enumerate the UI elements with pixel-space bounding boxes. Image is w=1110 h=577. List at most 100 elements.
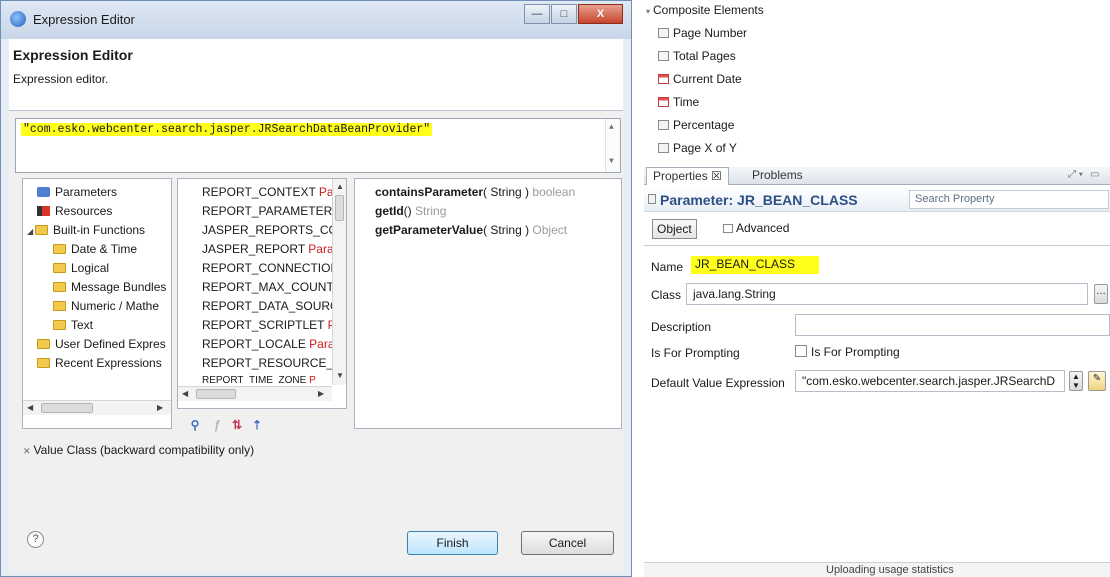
composite-item-current-date[interactable]: Current Date [658, 72, 742, 86]
parameter-icon [648, 194, 656, 204]
tab-properties[interactable]: Properties ☒ [646, 167, 729, 185]
dialog-titlebar[interactable]: Expression Editor — □ X [1, 1, 631, 39]
list-item[interactable]: REPORT_SCRIPTLET Par [202, 318, 346, 332]
default-value-field[interactable]: "com.esko.webcenter.search.jasper.JRSear… [795, 370, 1065, 392]
function-filter-icon[interactable]: ƒ [208, 417, 226, 433]
list-item[interactable]: JASPER_REPORTS_CON [202, 223, 346, 237]
folder-icon [53, 263, 66, 273]
minimize-view-icon[interactable]: ▭ [1090, 169, 1099, 180]
calendar-icon [658, 97, 669, 107]
minimize-button[interactable]: — [524, 4, 550, 24]
prompting-label: Is For Prompting [651, 346, 740, 360]
folder-icon [37, 358, 50, 368]
parameter-list[interactable]: REPORT_CONTEXT Para REPORT_PARAMETERS_ J… [177, 178, 347, 409]
expression-input[interactable]: "com.esko.webcenter.search.jasper.JRSear… [15, 118, 621, 173]
browse-class-button[interactable]: … [1094, 284, 1108, 304]
tree-horizontal-scrollbar[interactable]: ◀ ▶ [23, 400, 171, 415]
list-horizontal-scrollbar[interactable]: ◀ ▶ [178, 386, 332, 401]
collapse-arrow-icon[interactable]: ▾ [646, 7, 650, 16]
tree-item-resources[interactable]: Resources [37, 204, 112, 218]
tree-item-label: Parameters [55, 185, 118, 199]
list-item[interactable]: getId() String [375, 204, 446, 218]
tree-item-label: Text [71, 318, 94, 332]
close-button[interactable]: X [578, 4, 623, 24]
tree-item-text[interactable]: Text [53, 318, 93, 332]
finish-button[interactable]: Finish [407, 531, 498, 555]
scrollbar-thumb[interactable] [335, 195, 344, 221]
edit-expression-icon[interactable]: ✎ [1088, 371, 1106, 391]
list-item[interactable]: REPORT_CONNECTION [202, 261, 339, 275]
prompting-checkbox[interactable] [795, 345, 807, 357]
list-item[interactable]: REPORT_CONTEXT Para [202, 185, 344, 199]
scroll-down-icon[interactable]: ▼ [609, 157, 614, 166]
list-item[interactable]: REPORT_TIME_ZONE P [202, 375, 316, 384]
list-item[interactable]: REPORT_LOCALE Param [202, 337, 345, 351]
expand-icon[interactable]: ✕ [23, 446, 31, 456]
folder-icon [53, 282, 66, 292]
tree-item-label: Built-in Functions [53, 223, 146, 237]
list-item[interactable]: REPORT_RESOURCE_BU [202, 356, 346, 370]
tree-item-parameters[interactable]: Parameters [37, 185, 117, 199]
maximize-button[interactable]: □ [551, 4, 577, 24]
class-field[interactable]: java.lang.String [686, 283, 1088, 305]
tab-problems[interactable]: Problems [746, 167, 809, 185]
tab-advanced[interactable]: Advanced [719, 219, 793, 239]
scroll-down-icon[interactable]: ▼ [336, 371, 344, 380]
scroll-left-icon[interactable]: ◀ [182, 389, 188, 398]
tree-item-logical[interactable]: Logical [53, 261, 109, 275]
expression-text: "com.esko.webcenter.search.jasper.JRSear… [21, 123, 433, 136]
composite-item-label: Time [673, 95, 700, 109]
list-item[interactable]: REPORT_PARAMETERS_ [202, 204, 346, 218]
scroll-left-icon[interactable]: ◀ [27, 403, 33, 412]
tree-item-built-in-functions[interactable]: ◢ Built-in Functions [27, 223, 145, 237]
scroll-right-icon[interactable]: ▶ [318, 389, 324, 398]
list-item[interactable]: JASPER_REPORT Param [202, 242, 344, 256]
folder-icon [53, 244, 66, 254]
tree-item-label: Numeric / Mathe [71, 299, 160, 313]
resources-icon [37, 206, 50, 216]
value-class-section[interactable]: ✕ Value Class (backward compatibility onl… [23, 443, 254, 457]
category-tree[interactable]: Parameters Resources ◢ Built-in Functions… [22, 178, 172, 429]
composite-item-total-pages[interactable]: Total Pages [658, 49, 736, 63]
search-property-input[interactable]: Search Property [909, 190, 1109, 209]
sort-descending-icon[interactable]: ⇡ [248, 417, 266, 433]
composite-item-page-x-of-y[interactable]: Page X of Y [658, 141, 737, 155]
list-vertical-scrollbar[interactable]: ▲ ▼ [332, 179, 346, 385]
list-item[interactable]: getParameterValue( String ) Object [375, 223, 567, 237]
view-menu-icon[interactable]: ⤢ ▾ [1068, 169, 1083, 180]
composite-item-label: Percentage [673, 118, 735, 132]
method-list[interactable]: containsParameter( String ) boolean getI… [354, 178, 622, 429]
tree-item-label: Date & Time [71, 242, 138, 256]
scrollbar-thumb[interactable] [41, 403, 93, 413]
collapse-arrow-icon[interactable]: ◢ [27, 227, 35, 236]
tree-item-date-time[interactable]: Date & Time [53, 242, 137, 256]
parameters-filter-icon[interactable]: ⚲ [186, 417, 204, 433]
tree-item-user-defined[interactable]: User Defined Expres [37, 337, 166, 351]
spinner-icon[interactable]: ▲ ▼ [1069, 371, 1083, 391]
editor-scrollbar[interactable]: ▲ ▼ [605, 119, 620, 172]
tree-item-numeric[interactable]: Numeric / Mathe [53, 299, 159, 313]
tree-item-message-bundles[interactable]: Message Bundles [53, 280, 166, 294]
scroll-up-icon[interactable]: ▲ [609, 123, 614, 132]
composite-item-percentage[interactable]: Percentage [658, 118, 734, 132]
status-bar: Uploading usage statistics [644, 562, 1110, 577]
window-title: Expression Editor [33, 12, 135, 27]
scroll-up-icon[interactable]: ▲ [336, 182, 344, 191]
percentage-icon [658, 120, 669, 130]
name-field[interactable]: JR_BEAN_CLASS [691, 256, 819, 274]
list-item[interactable]: REPORT_MAX_COUNT I [202, 280, 340, 294]
scroll-right-icon[interactable]: ▶ [157, 403, 163, 412]
tree-item-recent-expressions[interactable]: Recent Expressions [37, 356, 162, 370]
cancel-button[interactable]: Cancel [521, 531, 614, 555]
list-item[interactable]: containsParameter( String ) boolean [375, 185, 575, 199]
sort-ascending-icon[interactable]: ⇅ [228, 417, 246, 433]
calendar-icon [658, 74, 669, 84]
help-icon[interactable]: ? [27, 531, 44, 548]
tab-object[interactable]: Object [652, 219, 697, 239]
composite-item-time[interactable]: Time [658, 95, 699, 109]
scrollbar-thumb[interactable] [196, 389, 236, 399]
composite-item-page-number[interactable]: Page Number [658, 26, 747, 40]
composite-elements-header[interactable]: ▾ Composite Elements [646, 3, 764, 17]
description-field[interactable] [795, 314, 1110, 336]
list-item[interactable]: REPORT_DATA_SOURC [202, 299, 339, 313]
